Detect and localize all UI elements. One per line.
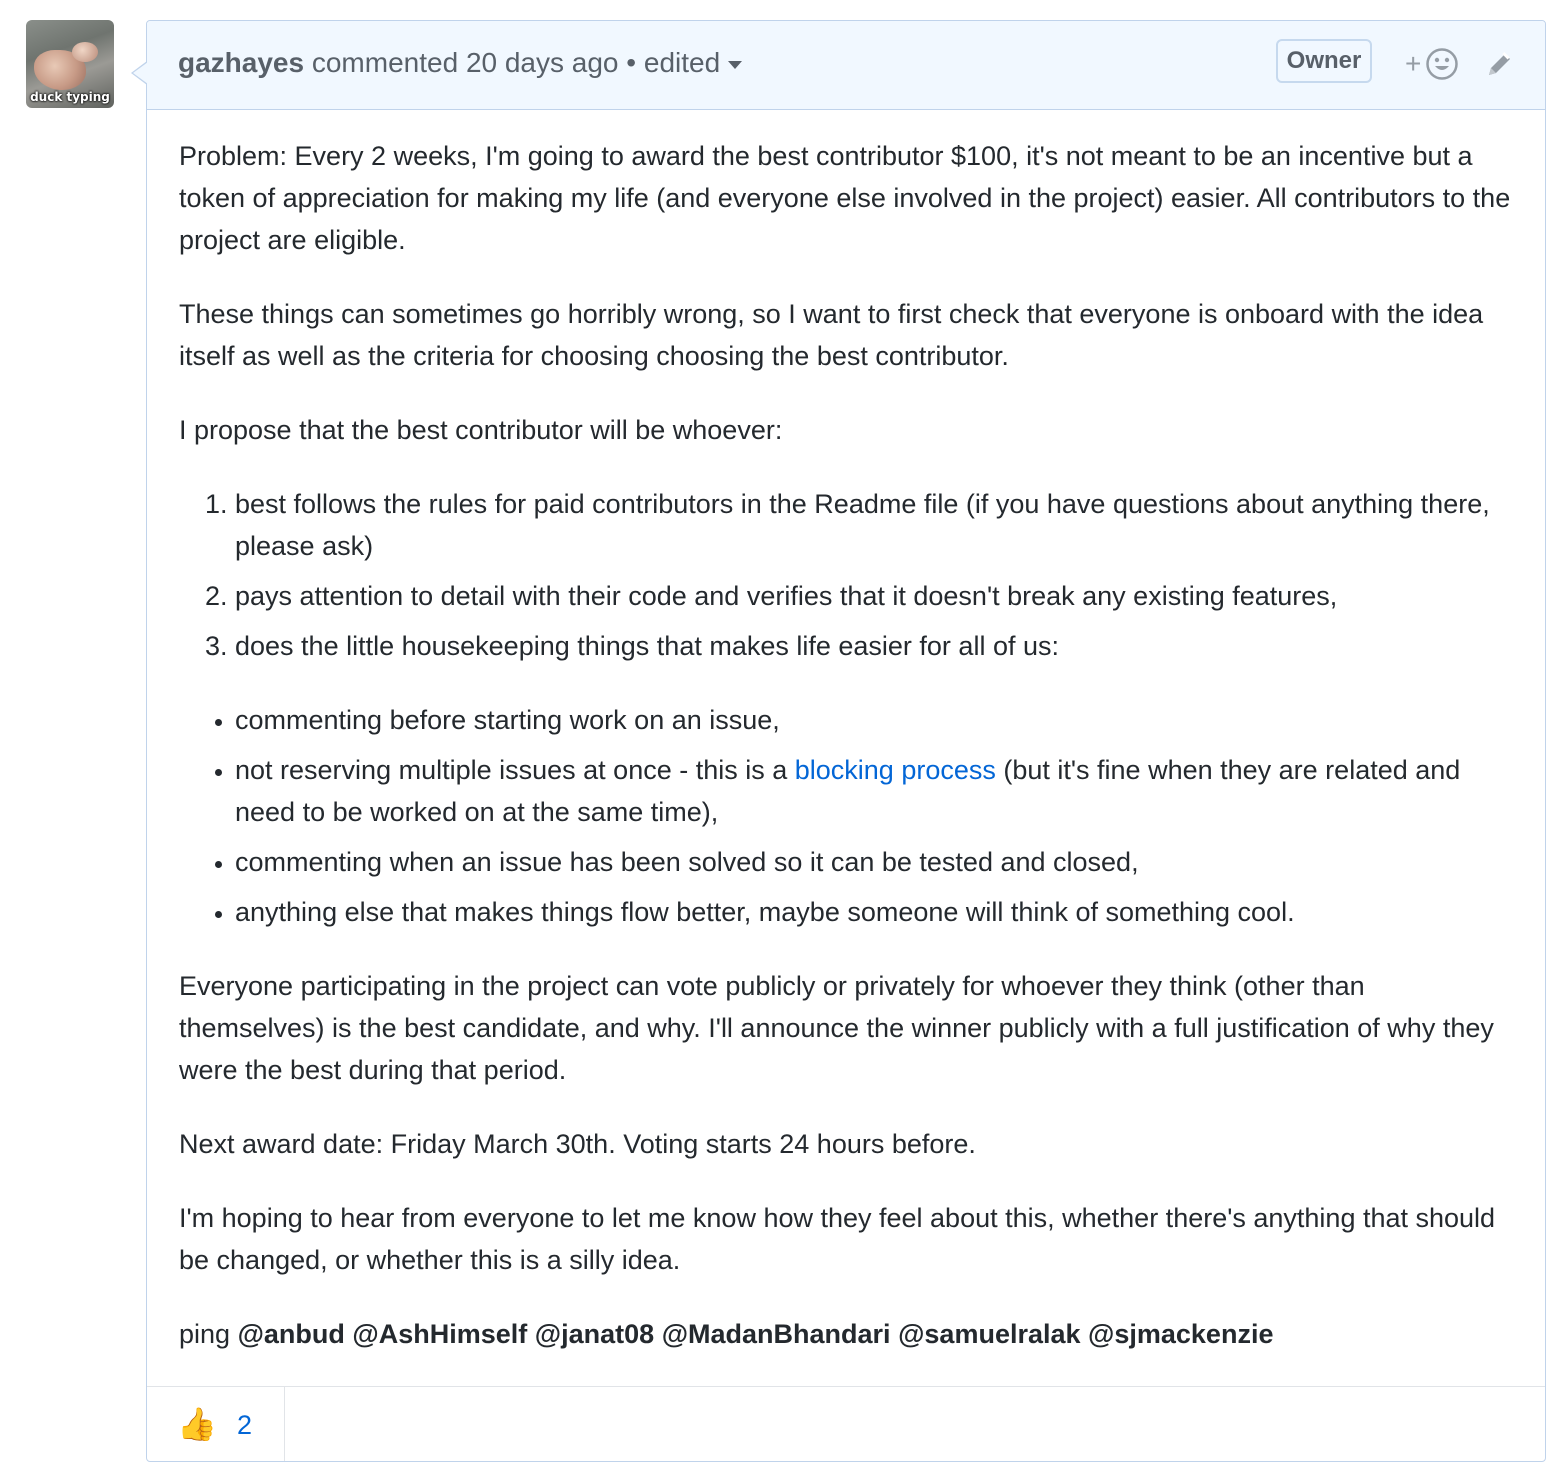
thumbs-up-reaction-button[interactable]: 👍 2 — [147, 1387, 285, 1461]
thumbs-up-icon: 👍 — [177, 1406, 217, 1442]
list-item: does the little housekeeping things that… — [235, 625, 1513, 667]
paragraph-proposal: I propose that the best contributor will… — [179, 415, 783, 445]
comment-header: gazhayes commented 20 days ago • edited … — [147, 21, 1545, 110]
comment-card: gazhayes commented 20 days ago • edited … — [131, 20, 1546, 1462]
avatar-image-figure-head — [72, 42, 98, 62]
reaction-count: 2 — [237, 1410, 253, 1440]
avatar[interactable]: duck typing — [26, 20, 114, 108]
edited-dropdown[interactable]: edited — [643, 47, 743, 78]
list-item: not reserving multiple issues at once - … — [235, 749, 1513, 833]
smiley-icon — [1426, 48, 1458, 80]
reactions-bar: 👍 2 — [147, 1386, 1545, 1461]
edit-comment-button[interactable] — [1485, 49, 1515, 84]
comment-body: Problem: Every 2 weeks, I'm going to awa… — [147, 110, 1545, 1355]
mention-link[interactable]: @anbud — [238, 1319, 345, 1349]
list-item: commenting when an issue has been solved… — [235, 841, 1513, 883]
comment-action: commented — [311, 47, 459, 78]
avatar-caption: duck typing — [30, 90, 110, 104]
author-link[interactable]: gazhayes — [178, 47, 304, 78]
paragraph-ping: ping @anbud @AshHimself @janat08 @MadanB… — [179, 1313, 1513, 1355]
comment-timestamp[interactable]: 20 days ago — [466, 47, 619, 78]
pencil-icon — [1489, 52, 1510, 75]
owner-badge: Owner — [1276, 39, 1372, 83]
comment-pointer-fill — [133, 62, 148, 84]
list-item: commenting before starting work on an is… — [235, 699, 1513, 741]
paragraph-problem: Problem: Every 2 weeks, I'm going to awa… — [179, 141, 1511, 255]
mention-link[interactable]: @samuelralak — [898, 1319, 1080, 1349]
plus-icon: + — [1405, 48, 1422, 79]
mention-link[interactable]: @janat08 — [535, 1319, 654, 1349]
paragraph-voting: Everyone participating in the project ca… — [179, 971, 1494, 1085]
paragraph-feedback: I'm hoping to hear from everyone to let … — [179, 1203, 1496, 1275]
blocking-process-link[interactable]: blocking process — [795, 755, 996, 785]
mention-link[interactable]: @AshHimself — [352, 1319, 527, 1349]
list-item-text: not reserving multiple issues at once - … — [235, 755, 795, 785]
header-separator: • — [626, 47, 637, 78]
ping-label: ping — [179, 1319, 231, 1349]
criteria-list: best follows the rules for paid contribu… — [179, 483, 1513, 667]
housekeeping-list: commenting before starting work on an is… — [179, 699, 1513, 933]
paragraph-concerns: These things can sometimes go horribly w… — [179, 299, 1484, 371]
list-item: anything else that makes things flow bet… — [235, 891, 1513, 933]
add-reaction-button[interactable]: + — [1405, 47, 1461, 83]
chevron-down-icon — [728, 60, 743, 69]
paragraph-award-date: Next award date: Friday March 30th. Voti… — [179, 1129, 976, 1159]
list-item: pays attention to detail with their code… — [235, 575, 1513, 617]
list-item: best follows the rules for paid contribu… — [235, 483, 1513, 567]
mention-link[interactable]: @sjmackenzie — [1088, 1319, 1273, 1349]
edited-label: edited — [643, 47, 721, 78]
comment-header-text: gazhayes commented 20 days ago • edited — [178, 45, 743, 81]
mention-link[interactable]: @MadanBhandari — [662, 1319, 891, 1349]
